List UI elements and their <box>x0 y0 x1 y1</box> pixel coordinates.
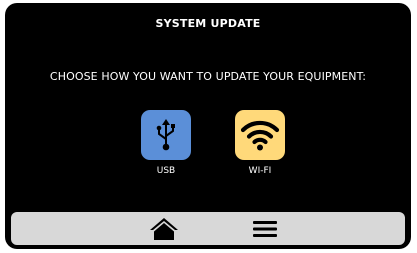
home-button[interactable] <box>148 216 180 242</box>
update-screen: SYSTEM UPDATE CHOOSE HOW YOU WANT TO UPD… <box>5 3 411 249</box>
wifi-update-button[interactable]: WI-FI <box>230 110 290 176</box>
home-icon <box>150 218 178 240</box>
menu-icon <box>253 221 277 237</box>
wifi-label: WI-FI <box>248 166 272 176</box>
usb-update-button[interactable]: USB <box>136 110 196 176</box>
page-title: SYSTEM UPDATE <box>155 17 261 30</box>
menu-button[interactable] <box>249 216 281 242</box>
wifi-icon <box>240 120 280 151</box>
usb-tile[interactable] <box>141 110 191 160</box>
update-method-prompt: CHOOSE HOW YOU WANT TO UPDATE YOUR EQUIP… <box>49 70 367 83</box>
wifi-tile[interactable] <box>235 110 285 160</box>
usb-label: USB <box>156 166 176 176</box>
bottom-navbar <box>11 212 405 245</box>
usb-icon <box>156 119 175 151</box>
